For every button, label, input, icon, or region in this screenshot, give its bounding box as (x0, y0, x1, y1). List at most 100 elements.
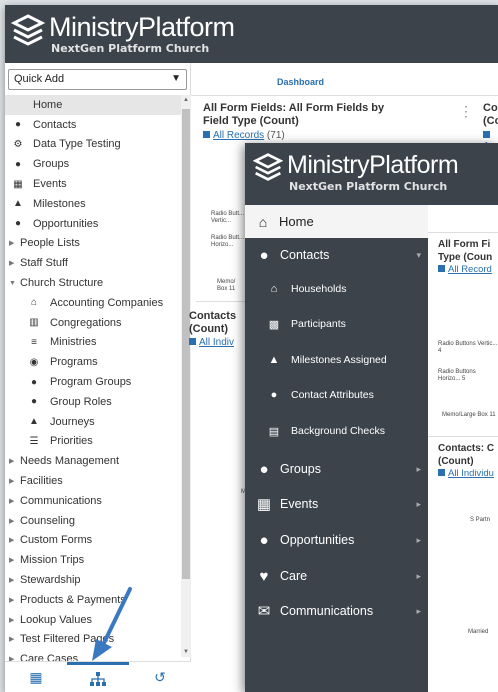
sidebar-item-label: Accounting Companies (50, 296, 164, 309)
front-nav-communications[interactable]: ✉ Communications ▸ (245, 597, 428, 625)
sidebar-item-congregations[interactable]: ▥ Congregations (5, 313, 181, 333)
sitemap-button[interactable] (67, 662, 129, 692)
front-all-individuals-link[interactable]: All Individu (448, 468, 494, 479)
scroll-up-icon[interactable]: ▲ (182, 97, 190, 103)
quick-add-label: Quick Add (14, 73, 65, 85)
front-nav-opportunities[interactable]: ● Opportunities ▸ (245, 526, 428, 554)
front-chart-label-radio-vertical: Radio Buttons Vertic... 4 (438, 341, 498, 354)
front-nav-milestones-assigned[interactable]: ▲ Milestones Assigned (245, 348, 428, 372)
front-dashboard-content: All Form Fi Type (Coun All Record Radio … (428, 205, 498, 692)
sidebar-item-label: Counseling (20, 514, 76, 527)
sidebar-item-needs-management[interactable]: ▶ Needs Management (5, 451, 181, 471)
front-tab-bar (428, 205, 498, 233)
sidebar-item-label: Ministries (50, 336, 97, 349)
card-link-all-records[interactable]: All Records (71) (203, 130, 285, 141)
front-brand-name: MinistryPlatform (287, 151, 459, 179)
brand[interactable]: MinistryPlatform NextGen Platform Church (11, 13, 235, 55)
history-button[interactable]: ↺ (129, 662, 191, 692)
front-nav-contact-attributes[interactable]: ● Contact Attributes (245, 383, 428, 407)
person-icon: ● (270, 389, 278, 401)
chevron-down-icon: ▼ (171, 73, 181, 84)
front-nav-groups-label: Groups (280, 462, 321, 476)
graduation-cap-icon: ▲ (268, 354, 280, 366)
sidebar-item-ministries[interactable]: ≡ Ministries (5, 333, 181, 353)
sidebar-item-contacts[interactable]: ● Contacts (5, 115, 181, 135)
front-card-link-all-individuals[interactable]: All Individu (438, 468, 494, 479)
front-chart-label-married: Married (468, 629, 489, 635)
caret-right-icon: ▶ (9, 636, 15, 644)
front-nav-participants[interactable]: ▩ Participants (245, 312, 428, 336)
card-title-form-fields: All Form Fields: All Form Fields by Fiel… (203, 102, 385, 127)
sidebar-item-label: Lookup Values (20, 613, 92, 626)
sidebar-item-communications[interactable]: ▶ Communications (5, 491, 181, 511)
front-nav-milestones-assigned-label: Milestones Assigned (291, 354, 387, 366)
front-card-link-all-records[interactable]: All Record (438, 264, 492, 275)
sidebar-item-counseling[interactable]: ▶ Counseling (5, 511, 181, 531)
sidebar-item-label: Custom Forms (20, 534, 93, 547)
front-card-title-form-fields: All Form Fi Type (Coun (438, 239, 493, 263)
sidebar-item-opportunities[interactable]: ● Opportunities (5, 214, 181, 234)
front-nav-contacts[interactable]: ● Contacts ▾ (245, 241, 428, 269)
front-nav-home-label: Home (279, 214, 314, 229)
house-icon: ⌂ (270, 283, 278, 295)
history-icon: ↺ (154, 669, 166, 685)
scroll-down-icon[interactable]: ▼ (182, 649, 190, 655)
front-all-records-link[interactable]: All Record (448, 264, 492, 275)
sidebar-item-journeys[interactable]: ▲ Journeys (5, 412, 181, 432)
card-menu-icon[interactable]: ⋮ (459, 104, 473, 118)
front-nav-contact-attributes-label: Contact Attributes (291, 389, 374, 401)
sidebar-scrollbar[interactable]: ▲ ▼ (181, 95, 191, 657)
front-nav-care[interactable]: ♥ Care ▸ (245, 562, 428, 590)
sidebar-item-staff-stuff[interactable]: ▶ Staff Stuff (5, 253, 181, 273)
sidebar-item-people-lists[interactable]: ▶ People Lists (5, 234, 181, 254)
filter-icon (438, 469, 445, 476)
person-icon: ● (14, 119, 22, 131)
sidebar-item-priorities[interactable]: ☰ Priorities (5, 432, 181, 452)
sidebar-item-group-roles[interactable]: ● Group Roles (5, 392, 181, 412)
caret-down-icon: ▼ (9, 279, 16, 287)
sidebar-item-custom-forms[interactable]: ▶ Custom Forms (5, 531, 181, 551)
sidebar-item-milestones[interactable]: ▲ Milestones (5, 194, 181, 214)
quick-add-select[interactable]: Quick Add ▼ (8, 69, 187, 90)
caret-right-icon: ▶ (9, 497, 15, 505)
sidebar-item-facilities[interactable]: ▶ Facilities (5, 471, 181, 491)
chart-label-memo: Memo/ Box 11 (217, 279, 236, 292)
front-nav-opportunities-label: Opportunities (280, 533, 355, 547)
list-icon: ☰ (29, 435, 39, 447)
all-records-link[interactable]: All Records (213, 130, 264, 141)
lightbulb-icon: ● (14, 218, 22, 230)
front-nav-households[interactable]: ⌂ Households (245, 277, 428, 301)
front-nav-households-label: Households (291, 283, 347, 295)
front-nav-background-checks[interactable]: ▤ Background Checks (245, 419, 428, 443)
caret-right-icon: ▶ (9, 240, 15, 248)
all-individuals-link[interactable]: All Indiv (199, 337, 234, 348)
sidebar-item-groups[interactable]: ● Groups (5, 154, 181, 174)
sidebar-item-mission-trips[interactable]: ▶ Mission Trips (5, 550, 181, 570)
front-sidebar: ⌂ Home ● Contacts ▾ ⌂ Households ▩ Parti… (245, 205, 428, 692)
bank-icon: ⌂ (30, 297, 38, 309)
front-brand[interactable]: MinistryPlatform NextGen Platform Church (253, 151, 459, 193)
sidebar-item-label: Church Structure (20, 277, 104, 290)
sidebar-item-church-structure[interactable]: ▼ Church Structure (5, 273, 181, 293)
graduation-cap-icon: ▲ (13, 198, 23, 210)
caret-right-icon: ▶ (9, 458, 15, 466)
front-chart-label-radio-horizontal: Radio Buttons Horizo... 5 (438, 369, 476, 382)
chevron-right-icon: ▸ (416, 498, 421, 509)
front-nav-home[interactable]: ⌂ Home (245, 205, 428, 238)
sidebar-item-data-type-testing[interactable]: ⚙ Data Type Testing (5, 135, 181, 155)
sidebar-item-program-groups[interactable]: ● Program Groups (5, 372, 181, 392)
sidebar-item-accounting-companies[interactable]: ⌂ Accounting Companies (5, 293, 181, 313)
front-nav-events[interactable]: ▦ Events ▸ (245, 490, 428, 518)
sidebar-item-home[interactable]: Home (5, 95, 181, 115)
tab-dashboard[interactable]: Dashboard (277, 77, 324, 87)
front-nav-groups[interactable]: ● Groups ▸ (245, 455, 428, 483)
grid-view-button[interactable]: ▦ (5, 662, 67, 692)
caret-right-icon: ▶ (9, 596, 15, 604)
sidebar-item-programs[interactable]: ◉ Programs (5, 352, 181, 372)
sidebar-item-label: Events (33, 178, 67, 191)
caret-right-icon: ▶ (9, 537, 15, 545)
sidebar-item-events[interactable]: ▦ Events (5, 174, 181, 194)
card-link-all-individuals[interactable]: All Indiv (189, 337, 234, 348)
annotation-arrow-icon (92, 587, 132, 661)
screenshot-stage: MinistryPlatform NextGen Platform Church… (0, 0, 498, 692)
